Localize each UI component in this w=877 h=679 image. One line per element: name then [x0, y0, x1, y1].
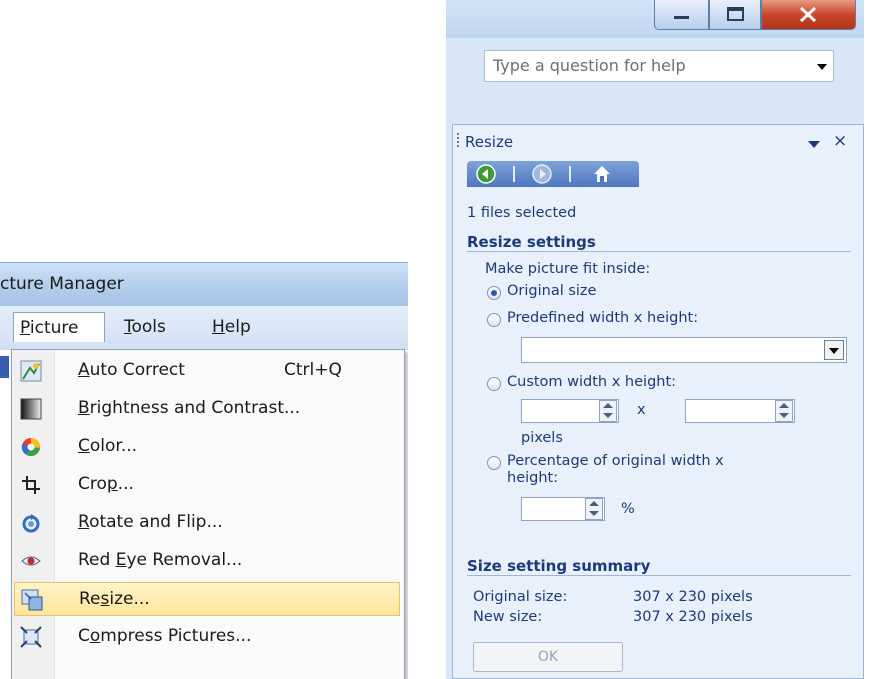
fit-inside-label: Make picture fit inside: — [485, 261, 651, 277]
radio-percentage[interactable] — [487, 456, 501, 470]
menu-item-compress-pictures[interactable]: Compress Pictures... — [14, 620, 400, 654]
menu-item-crop[interactable]: Crop... — [14, 468, 400, 502]
maximize-icon — [727, 7, 744, 21]
percentage-label-line2: height: — [507, 470, 559, 486]
background-fragment — [0, 356, 9, 378]
resize-task-pane: Resize × 1 files selected Resize setting… — [452, 124, 864, 679]
color-wheel-icon — [21, 438, 40, 457]
divider — [467, 251, 851, 252]
brightness-contrast-icon — [20, 398, 42, 420]
predefined-label: Predefined width x height: — [507, 310, 699, 326]
maximize-button[interactable] — [709, 0, 761, 30]
home-icon[interactable] — [591, 163, 613, 185]
original-size-label: Original size — [507, 283, 597, 299]
radio-original-size[interactable] — [487, 286, 501, 300]
menu-tools[interactable]: Tools — [118, 312, 172, 342]
percentage-spinner[interactable] — [585, 498, 603, 520]
menu-bar: Picture Tools Help — [0, 306, 408, 350]
menu-item-color[interactable]: Color... — [14, 430, 400, 464]
pixels-label: pixels — [521, 430, 563, 446]
chevron-down-icon[interactable] — [817, 64, 827, 70]
new-size-summary-label: New size: — [473, 609, 543, 625]
divider — [467, 575, 851, 576]
chevron-down-icon[interactable] — [824, 340, 844, 360]
picture-menu-dropdown: Auto Correct Ctrl+Q Brightness and Contr… — [11, 349, 405, 679]
picture-manager-window: cture Manager Picture Tools Help Auto Co… — [0, 262, 408, 679]
original-size-summary-value: 307 x 230 pixels — [633, 589, 753, 605]
forward-arrow-icon[interactable] — [531, 163, 553, 185]
close-icon — [799, 6, 817, 23]
ok-button[interactable]: OK — [473, 642, 623, 672]
window-title-bar — [446, 0, 864, 38]
menu-item-brightness-contrast[interactable]: Brightness and Contrast... — [14, 392, 400, 426]
resize-window: Type a question for help Resize × 1 file… — [446, 0, 864, 679]
compress-icon — [20, 626, 42, 648]
original-size-summary-label: Original size: — [473, 589, 568, 605]
predefined-size-select[interactable] — [521, 337, 847, 363]
crop-icon — [22, 476, 40, 494]
red-eye-icon — [21, 556, 41, 566]
help-placeholder: Type a question for help — [493, 56, 686, 75]
rotate-flip-icon — [22, 514, 40, 533]
minimize-button[interactable] — [654, 0, 709, 30]
height-spinner[interactable] — [775, 400, 793, 422]
minimize-icon — [674, 16, 689, 19]
radio-custom[interactable] — [487, 377, 501, 391]
pane-nav-bar — [467, 161, 639, 187]
times-symbol: x — [637, 402, 646, 418]
size-summary-heading: Size setting summary — [467, 557, 651, 575]
radio-predefined[interactable] — [487, 313, 501, 327]
menu-item-rotate-flip[interactable]: Rotate and Flip... — [14, 506, 400, 540]
files-selected-text: 1 files selected — [467, 205, 577, 221]
resize-settings-heading: Resize settings — [467, 233, 596, 251]
menu-help[interactable]: Help — [206, 312, 257, 342]
menu-item-resize[interactable]: Resize... — [14, 582, 400, 616]
drag-grip-icon[interactable] — [457, 133, 461, 147]
percentage-label-line1: Percentage of original width x — [507, 453, 724, 469]
pane-title: Resize — [465, 133, 514, 151]
new-size-summary-value: 307 x 230 pixels — [633, 609, 753, 625]
pane-menu-chevron-icon[interactable] — [808, 141, 820, 148]
window-title: cture Manager — [0, 274, 124, 294]
menu-item-red-eye-removal[interactable]: Red Eye Removal... — [14, 544, 400, 578]
pane-close-icon[interactable]: × — [833, 131, 847, 151]
custom-label: Custom width x height: — [507, 374, 677, 390]
title-bar: cture Manager — [0, 262, 408, 307]
menu-item-auto-correct[interactable]: Auto Correct Ctrl+Q — [14, 354, 400, 388]
percent-symbol: % — [621, 501, 635, 517]
resize-icon — [21, 589, 43, 611]
width-spinner[interactable] — [599, 400, 617, 422]
close-window-button[interactable] — [761, 0, 856, 30]
auto-correct-icon — [20, 360, 42, 382]
back-arrow-icon[interactable] — [475, 163, 497, 185]
menu-picture[interactable]: Picture — [13, 312, 105, 342]
help-search-box[interactable]: Type a question for help — [484, 50, 834, 82]
shortcut-label: Ctrl+Q — [284, 360, 342, 380]
